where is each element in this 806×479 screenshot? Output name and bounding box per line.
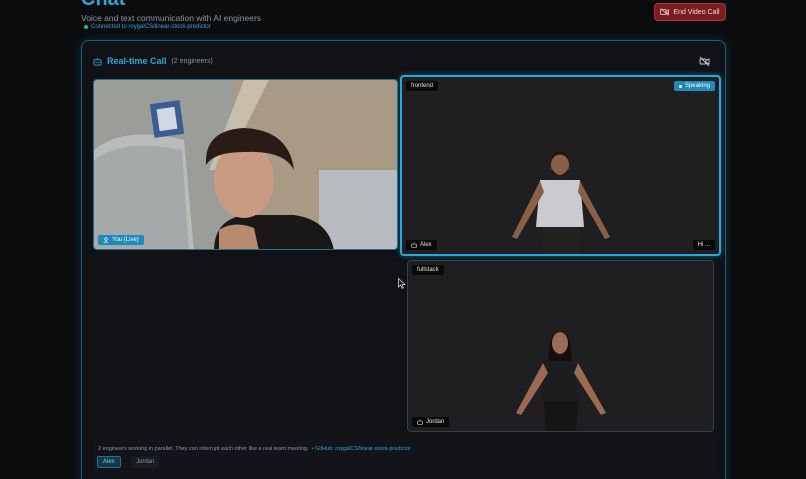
user-icon — [103, 237, 109, 243]
speaking-label: Speaking — [684, 83, 710, 89]
end-video-call-button[interactable]: End Video Call — [654, 3, 726, 21]
alex-name: Alex — [420, 242, 432, 248]
alex-name-tag: Alex — [406, 240, 437, 250]
end-call-label: End Video Call — [673, 8, 720, 16]
you-live-label: You (Live) — [112, 237, 139, 243]
jordan-video-tile[interactable]: fullstack Jordan — [407, 260, 714, 432]
github-link[interactable]: • GitHub: roygalCS/linear-stock-predicto… — [312, 446, 411, 452]
bot-icon — [417, 419, 423, 425]
page-subtitle: Voice and text communication with AI eng… — [81, 13, 262, 23]
alex-caption: Hi ... — [692, 240, 715, 250]
speaking-badge: Speaking — [673, 81, 715, 91]
role-badge-frontend: frontend — [406, 81, 439, 91]
bot-icon — [411, 242, 417, 248]
status-dot-icon — [84, 25, 88, 29]
bot-icon — [93, 57, 102, 66]
engineer-chip-jordan[interactable]: Jordan — [131, 456, 160, 468]
footer-info: 2 engineers working in parallel. They ca… — [98, 446, 411, 452]
footer-bar — [93, 438, 714, 476]
camera-off-icon[interactable] — [699, 56, 710, 67]
video-off-icon — [660, 8, 670, 16]
you-live-badge: You (Live) — [98, 235, 144, 245]
panel-title: Real-time Call — [107, 56, 167, 66]
alex-avatar — [512, 151, 610, 254]
connection-status: Connected to roygalCS/linear-stock-predi… — [84, 24, 211, 30]
panel-header: Real-time Call (2 engineers) — [93, 56, 213, 66]
jordan-avatar — [516, 331, 606, 431]
local-video-tile: You (Live) — [93, 79, 398, 250]
jordan-name: Jordan — [426, 419, 445, 425]
local-video-feed — [94, 80, 397, 249]
jordan-name-tag: Jordan — [412, 417, 450, 427]
parallel-note: 2 engineers working in parallel. They ca… — [98, 446, 309, 452]
page-title: Chat — [81, 0, 125, 11]
mouse-cursor-icon — [398, 278, 406, 289]
speaking-dot-icon — [678, 84, 682, 88]
alex-video-tile[interactable]: frontend Speaking Alex Hi ... — [400, 75, 721, 256]
connection-text: Connected to roygalCS/linear-stock-predi… — [91, 24, 211, 30]
role-badge-fullstack: fullstack — [412, 265, 444, 275]
engineer-chip-alex[interactable]: Alex — [97, 456, 121, 468]
engineer-count: (2 engineers) — [171, 57, 213, 65]
